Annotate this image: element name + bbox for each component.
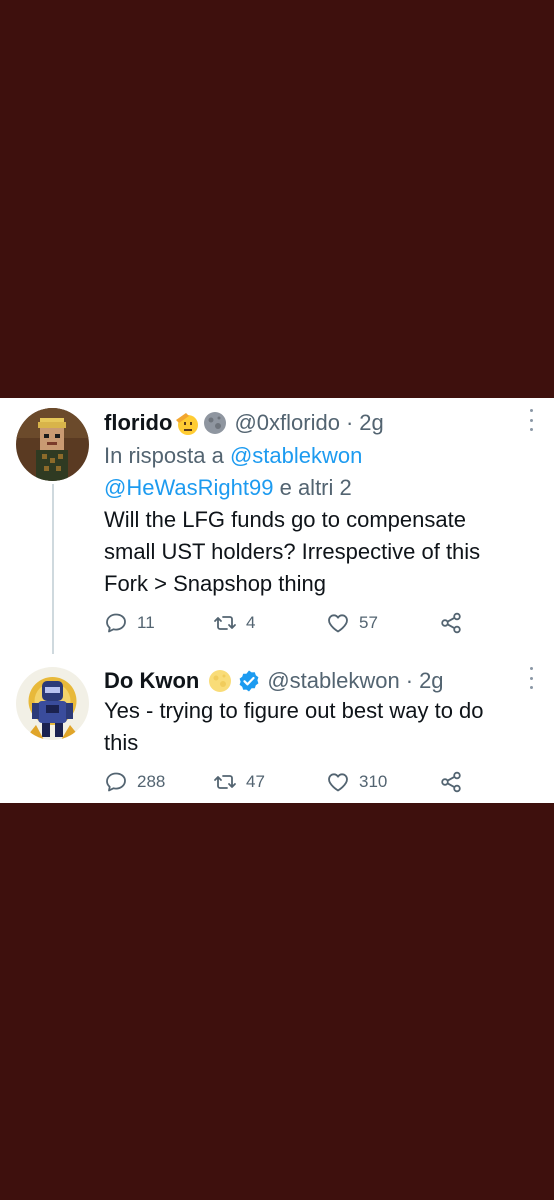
tweet-text-line: small UST holders? Irrespective of this [104,539,481,564]
moon-emoji-icon [204,412,227,434]
reply-button[interactable]: 288 [104,767,165,797]
reply-context: In risposta a @stablekwon @HeWasRight99 … [104,440,544,504]
pixel-punk-avatar-icon [16,408,89,481]
like-count: 57 [359,613,378,632]
tweet-text: Will the LFG funds go to compensate smal… [104,504,544,600]
reply-count: 288 [137,772,166,791]
robot-character-avatar-icon [16,667,89,740]
avatar[interactable] [16,667,89,740]
display-name[interactable]: Do Kwon [104,668,199,694]
like-button[interactable]: 57 [326,608,378,638]
tweet-actions: 288 47 310 [104,767,534,797]
share-button[interactable] [439,767,463,797]
retweet-icon [214,775,236,789]
verified-badge-icon[interactable] [237,669,261,693]
share-icon [441,771,461,793]
reply-icon [106,772,126,792]
tweet-text-line: Will the LFG funds go to compensate [104,507,466,532]
more-options-icon[interactable] [528,409,534,431]
timestamp[interactable]: 2g [359,410,383,436]
avatar[interactable] [16,408,89,481]
thread-connector-line [52,484,54,654]
tweet-do-kwon[interactable]: Do Kwon @stablekwon · 2g Yes - trying to… [0,653,554,803]
tweet-text-line: Yes - trying to figure out best way to d… [104,698,484,723]
retweet-icon [214,616,236,630]
share-icon [441,612,461,634]
separator: · [405,668,414,693]
reply-count: 11 [137,613,155,632]
timestamp[interactable]: 2g [419,668,443,694]
tweet-actions: 11 4 57 [104,608,534,638]
reply-icon [106,613,126,633]
tweet-header: florido @0xflorido · 2g [104,408,384,438]
heart-icon [328,614,348,633]
retweet-count: 47 [246,772,265,791]
like-button[interactable]: 310 [326,767,387,797]
tweet-thread-card: florido @0xflorido · 2g In risposta a @s… [0,398,554,803]
tweet-text: Yes - trying to figure out best way to d… [104,695,544,759]
retweet-count: 4 [246,613,256,632]
reply-prefix: In risposta a [104,443,224,468]
handle[interactable]: @0xflorido [234,410,340,436]
tweet-header: Do Kwon @stablekwon · 2g [104,666,444,696]
separator: · [345,410,354,435]
reply-mention-hewasright99[interactable]: @HeWasRight99 [104,475,273,500]
full-moon-emoji-icon [209,670,232,692]
tweet-florido[interactable]: florido @0xflorido · 2g In risposta a @s… [0,398,554,654]
reply-others[interactable]: e altri 2 [280,475,352,500]
reply-mention-stablekwon[interactable]: @stablekwon [230,443,362,468]
reply-button[interactable]: 11 [104,608,155,638]
handle[interactable]: @stablekwon [267,668,399,694]
display-name[interactable]: florido [104,410,172,436]
tweet-text-line: this [104,730,139,755]
share-button[interactable] [439,608,463,638]
saluting-face-emoji-icon [176,413,199,435]
more-options-icon[interactable] [528,667,534,689]
retweet-button[interactable]: 4 [213,608,255,638]
heart-icon [328,773,348,792]
like-count: 310 [359,772,388,791]
retweet-button[interactable]: 47 [213,767,265,797]
tweet-text-line: Fork > Snapshop thing [104,571,326,596]
